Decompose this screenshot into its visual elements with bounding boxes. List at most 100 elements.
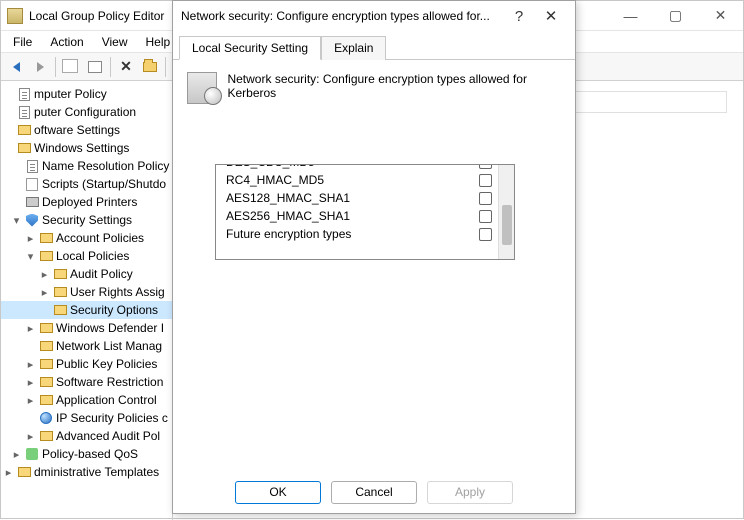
security-policy-icon xyxy=(187,72,217,104)
expand-icon[interactable]: ▸ xyxy=(23,232,38,245)
tree-item-label: oftware Settings xyxy=(32,123,120,137)
encryption-type-row[interactable]: Future encryption types xyxy=(216,225,498,243)
tree-item[interactable]: Windows Settings xyxy=(1,139,172,157)
tree-item[interactable]: Security Options xyxy=(1,301,172,319)
expand-icon[interactable]: ▸ xyxy=(23,322,38,335)
tree-item[interactable]: ▾Local Policies xyxy=(1,247,172,265)
expand-icon[interactable]: ▸ xyxy=(9,448,24,461)
tree-item-label: dministrative Templates xyxy=(32,465,159,479)
tree-item[interactable]: ▸Software Restriction xyxy=(1,373,172,391)
tree-item[interactable]: Scripts (Startup/Shutdo xyxy=(1,175,172,193)
forward-button[interactable] xyxy=(29,56,51,78)
expand-icon[interactable]: ▸ xyxy=(23,430,38,443)
dialog-title: Network security: Configure encryption t… xyxy=(181,9,503,23)
encryption-type-row[interactable]: RC4_HMAC_MD5 xyxy=(216,171,498,189)
tab-explain[interactable]: Explain xyxy=(321,36,386,60)
tree-item-label: Application Control xyxy=(54,393,157,407)
page-icon xyxy=(16,88,32,101)
tree-item[interactable]: oftware Settings xyxy=(1,121,172,139)
expand-icon[interactable]: ▸ xyxy=(23,358,38,371)
folder-icon xyxy=(38,251,54,261)
tree-item[interactable]: Deployed Printers xyxy=(1,193,172,211)
dialog-close-button[interactable]: ✕ xyxy=(535,2,567,30)
panel-icon xyxy=(64,61,78,73)
window-title: Local Group Policy Editor xyxy=(29,9,164,23)
tree-item[interactable]: Name Resolution Policy xyxy=(1,157,172,175)
tree-item[interactable]: ▸Account Policies xyxy=(1,229,172,247)
globe-icon xyxy=(38,412,54,424)
encryption-types-list[interactable]: DES_CBC_MD5 RC4_HMAC_MD5 AES128_HMAC_SHA1A… xyxy=(215,164,515,260)
encryption-type-checkbox[interactable] xyxy=(479,192,492,205)
tree-item-label: Scripts (Startup/Shutdo xyxy=(40,177,166,191)
tree-item-label: User Rights Assig xyxy=(68,285,165,299)
delete-icon: ✕ xyxy=(120,58,132,75)
close-button[interactable]: ✕ xyxy=(698,1,743,30)
navigation-tree[interactable]: mputer Policyputer Configuration oftware … xyxy=(1,81,173,520)
expand-icon[interactable]: ▾ xyxy=(23,250,38,263)
tree-item-label: Windows Settings xyxy=(32,141,129,155)
tree-item[interactable]: ▸Audit Policy xyxy=(1,265,172,283)
properties-button[interactable] xyxy=(84,56,106,78)
tree-item[interactable]: ▸ User Rights Assig xyxy=(1,283,172,301)
menu-action[interactable]: Action xyxy=(42,33,91,51)
ok-button[interactable]: OK xyxy=(235,481,321,504)
expand-icon[interactable]: ▸ xyxy=(37,286,52,299)
page-icon xyxy=(24,160,40,173)
show-hide-tree-button[interactable] xyxy=(60,56,82,78)
maximize-button[interactable]: ▢ xyxy=(653,1,698,30)
encryption-type-row[interactable]: AES256_HMAC_SHA1 xyxy=(216,207,498,225)
encryption-type-label: DES_CBC_MD5 xyxy=(226,164,315,169)
expand-icon[interactable]: ▸ xyxy=(23,376,38,389)
minimize-button[interactable]: — xyxy=(608,1,653,30)
menu-file[interactable]: File xyxy=(5,33,40,51)
encryption-type-checkbox[interactable] xyxy=(479,164,492,169)
printer-icon xyxy=(24,197,40,207)
tree-item[interactable]: ▸Advanced Audit Pol xyxy=(1,427,172,445)
expand-icon[interactable]: ▸ xyxy=(23,394,38,407)
encryption-type-checkbox[interactable] xyxy=(479,174,492,187)
folder-icon xyxy=(143,62,157,72)
encryption-type-checkbox[interactable] xyxy=(479,210,492,223)
arrow-left-icon xyxy=(13,62,20,72)
folder-icon xyxy=(38,377,54,387)
encryption-type-row[interactable]: AES128_HMAC_SHA1 xyxy=(216,189,498,207)
encryption-type-label: Future encryption types xyxy=(226,227,351,241)
dialog-titlebar[interactable]: Network security: Configure encryption t… xyxy=(173,1,575,31)
arrow-right-icon xyxy=(37,62,44,72)
page-icon xyxy=(16,106,32,119)
scrollbar[interactable] xyxy=(498,165,514,259)
encryption-type-checkbox[interactable] xyxy=(479,228,492,241)
shield-icon xyxy=(24,214,40,227)
encryption-type-row[interactable]: DES_CBC_MD5 xyxy=(216,164,498,171)
dialog-help-button[interactable]: ? xyxy=(503,2,535,30)
tree-item[interactable]: puter Configuration xyxy=(1,103,172,121)
encryption-type-label: RC4_HMAC_MD5 xyxy=(226,173,324,187)
menu-view[interactable]: View xyxy=(94,33,136,51)
tree-item[interactable]: ▸Public Key Policies xyxy=(1,355,172,373)
net-icon xyxy=(24,448,40,460)
tree-item[interactable]: ▸Windows Defender I xyxy=(1,319,172,337)
tab-local-security-setting[interactable]: Local Security Setting xyxy=(179,36,321,60)
tree-item[interactable]: IP Security Policies c xyxy=(1,409,172,427)
delete-button[interactable]: ✕ xyxy=(115,56,137,78)
toolbar-separator xyxy=(110,57,111,77)
export-button[interactable] xyxy=(139,56,161,78)
folder-icon xyxy=(38,233,54,243)
back-button[interactable] xyxy=(5,56,27,78)
expand-icon[interactable]: ▾ xyxy=(9,214,24,227)
tree-item[interactable]: mputer Policy xyxy=(1,85,172,103)
tree-item[interactable]: ▾Security Settings xyxy=(1,211,172,229)
folder-icon xyxy=(38,431,54,441)
tree-item-label: Security Options xyxy=(68,303,158,317)
expand-icon[interactable]: ▸ xyxy=(37,268,52,281)
scrollbar-thumb[interactable] xyxy=(502,205,512,245)
folder-icon xyxy=(52,269,68,279)
folder-icon xyxy=(16,143,32,153)
tree-item[interactable]: Network List Manag xyxy=(1,337,172,355)
cancel-button[interactable]: Cancel xyxy=(331,481,417,504)
tree-item[interactable]: ▸ dministrative Templates xyxy=(1,463,172,481)
expand-icon[interactable]: ▸ xyxy=(1,466,16,479)
tree-item[interactable]: ▸ Policy-based QoS xyxy=(1,445,172,463)
tree-item-label: Policy-based QoS xyxy=(40,447,138,461)
tree-item[interactable]: ▸ Application Control xyxy=(1,391,172,409)
